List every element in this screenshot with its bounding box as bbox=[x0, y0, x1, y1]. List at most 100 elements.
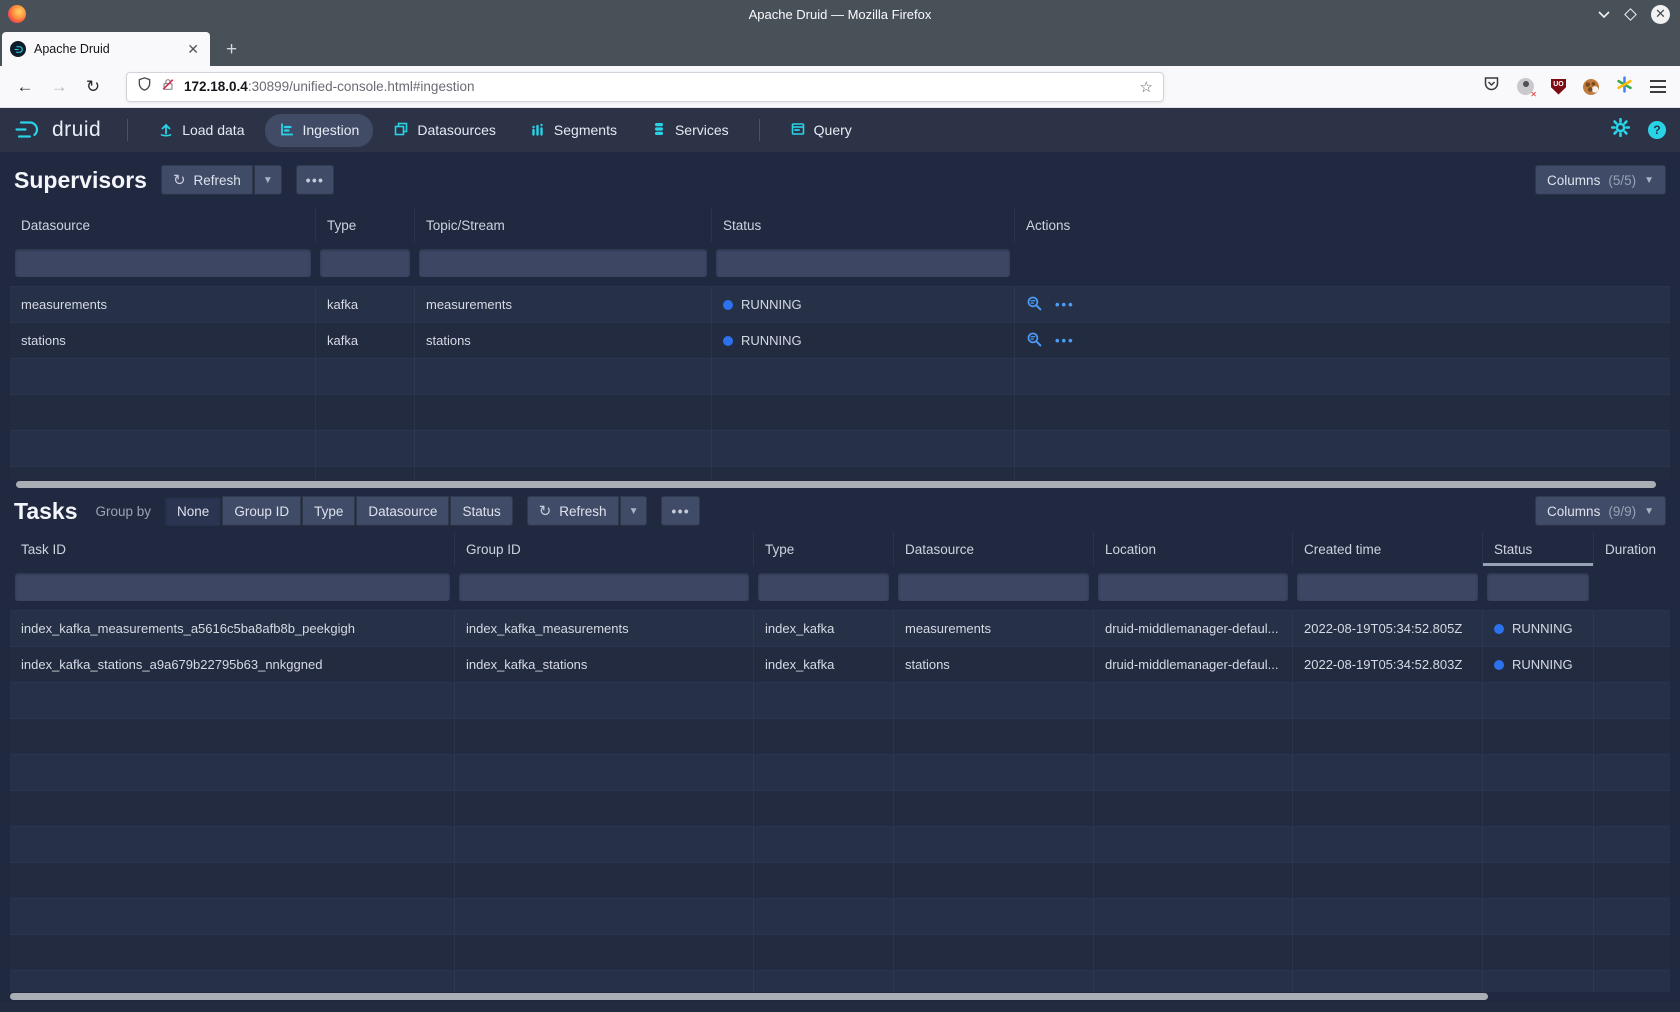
pocket-icon[interactable] bbox=[1483, 76, 1500, 97]
tasks-hscrollbar[interactable] bbox=[10, 992, 1670, 1002]
help-icon[interactable]: ? bbox=[1648, 121, 1666, 139]
col-header-actions[interactable]: Actions bbox=[1014, 208, 1670, 242]
supervisors-column-headers: Datasource Type Topic/Stream Status Acti… bbox=[10, 208, 1670, 242]
cell-type: kafka bbox=[315, 287, 414, 322]
cell-created-time: 2022-08-19T05:34:52.803Z bbox=[1292, 647, 1482, 682]
druid-logo[interactable]: druid bbox=[14, 118, 101, 142]
settings-gear-icon[interactable] bbox=[1611, 118, 1630, 142]
magnifier-icon[interactable] bbox=[1026, 331, 1043, 351]
nav-segments[interactable]: Segments bbox=[516, 114, 631, 147]
col-header-type[interactable]: Type bbox=[753, 532, 893, 566]
col-header-status[interactable]: Status bbox=[1482, 532, 1593, 566]
insecure-lock-icon[interactable] bbox=[161, 77, 175, 97]
brand-name: druid bbox=[52, 118, 101, 142]
browser-tab[interactable]: Apache Druid ✕ bbox=[2, 32, 210, 66]
tasks-more-button[interactable]: ••• bbox=[661, 496, 700, 526]
status-label: RUNNING bbox=[741, 297, 802, 312]
cell-topic: stations bbox=[414, 323, 711, 358]
cell-type: kafka bbox=[315, 323, 414, 358]
col-header-task-id[interactable]: Task ID bbox=[10, 532, 454, 566]
close-icon[interactable]: ✕ bbox=[1651, 5, 1670, 24]
supervisor-row[interactable]: measurements kafka measurements RUNNING … bbox=[10, 286, 1670, 322]
created-time-filter-input[interactable] bbox=[1297, 573, 1478, 601]
back-button[interactable]: ← bbox=[10, 72, 40, 102]
col-header-topic[interactable]: Topic/Stream bbox=[414, 208, 711, 242]
task-row[interactable]: index_kafka_stations_a9a679b22795b63_nnk… bbox=[10, 646, 1670, 682]
tasks-refresh-button[interactable]: ↻Refresh bbox=[527, 496, 619, 526]
row-more-icon[interactable]: ••• bbox=[1055, 333, 1075, 348]
menu-icon[interactable] bbox=[1650, 80, 1666, 93]
services-icon bbox=[651, 121, 667, 140]
chevron-down-icon: ▼ bbox=[1644, 175, 1654, 186]
cell-status: RUNNING bbox=[711, 323, 1014, 358]
row-more-icon[interactable]: ••• bbox=[1055, 297, 1075, 312]
nav-query[interactable]: Query bbox=[776, 114, 866, 147]
url-bar[interactable]: 172.18.0.4:30899/unified-console.html#in… bbox=[126, 72, 1164, 102]
new-tab-button[interactable]: + bbox=[226, 40, 237, 59]
empty-row bbox=[10, 898, 1670, 934]
col-header-datasource[interactable]: Datasource bbox=[893, 532, 1093, 566]
col-header-group-id[interactable]: Group ID bbox=[454, 532, 753, 566]
col-header-type[interactable]: Type bbox=[315, 208, 414, 242]
bookmark-star-icon[interactable]: ☆ bbox=[1140, 78, 1153, 96]
supervisors-columns-button[interactable]: Columns (5/5) ▼ bbox=[1535, 165, 1666, 195]
cell-datasource: measurements bbox=[10, 287, 315, 322]
type-filter-input[interactable] bbox=[320, 249, 410, 277]
forward-button[interactable]: → bbox=[44, 72, 74, 102]
col-header-created-time[interactable]: Created time bbox=[1292, 532, 1482, 566]
nav-load-data[interactable]: Load data bbox=[144, 114, 258, 147]
group-by-datasource-button[interactable]: Datasource bbox=[356, 496, 449, 526]
cell-group-id: index_kafka_measurements bbox=[454, 611, 753, 646]
status-filter-input[interactable] bbox=[716, 249, 1010, 277]
group-by-none-button[interactable]: None bbox=[165, 496, 221, 526]
topic-filter-input[interactable] bbox=[419, 249, 707, 277]
supervisors-refresh-button[interactable]: ↻Refresh bbox=[161, 165, 253, 195]
task-row[interactable]: index_kafka_measurements_a5616c5ba8afb8b… bbox=[10, 610, 1670, 646]
location-filter-input[interactable] bbox=[1098, 573, 1288, 601]
cookie-extension-icon[interactable] bbox=[1583, 79, 1599, 95]
col-header-location[interactable]: Location bbox=[1093, 532, 1292, 566]
nav-services[interactable]: Services bbox=[637, 114, 743, 147]
col-header-duration[interactable]: Duration bbox=[1593, 532, 1670, 566]
supervisors-more-button[interactable]: ••• bbox=[296, 165, 335, 195]
status-dot bbox=[1494, 660, 1504, 670]
magnifier-icon[interactable] bbox=[1026, 295, 1043, 315]
cell-actions: ••• bbox=[1014, 287, 1670, 322]
group-by-status-button[interactable]: Status bbox=[450, 496, 512, 526]
status-filter-input[interactable] bbox=[1487, 573, 1589, 601]
supervisors-hscrollbar[interactable] bbox=[10, 480, 1670, 490]
cell-datasource: stations bbox=[893, 647, 1093, 682]
minimize-icon[interactable] bbox=[1598, 10, 1610, 18]
asterisk-extension-icon[interactable] bbox=[1616, 76, 1633, 98]
datasource-filter-input[interactable] bbox=[898, 573, 1089, 601]
group-by-type-button[interactable]: Type bbox=[302, 496, 355, 526]
maximize-icon[interactable] bbox=[1624, 8, 1637, 21]
tasks-columns-button[interactable]: Columns (9/9) ▼ bbox=[1535, 496, 1666, 526]
group-by-group-id-button[interactable]: Group ID bbox=[222, 496, 301, 526]
cell-status: RUNNING bbox=[1482, 647, 1593, 682]
supervisors-refresh-dropdown[interactable]: ▼ bbox=[254, 165, 282, 195]
nav-ingestion[interactable]: Ingestion bbox=[265, 114, 374, 147]
empty-row bbox=[10, 682, 1670, 718]
tasks-refresh-dropdown[interactable]: ▼ bbox=[620, 496, 648, 526]
status-label: RUNNING bbox=[1512, 657, 1573, 672]
refresh-icon: ↻ bbox=[539, 502, 552, 520]
group-id-filter-input[interactable] bbox=[459, 573, 749, 601]
url-text[interactable]: 172.18.0.4:30899/unified-console.html#in… bbox=[184, 79, 1131, 94]
reload-button[interactable]: ↻ bbox=[78, 72, 108, 102]
refresh-icon: ↻ bbox=[173, 171, 186, 189]
cell-actions: ••• bbox=[1014, 323, 1670, 358]
col-header-datasource[interactable]: Datasource bbox=[10, 208, 315, 242]
type-filter-input[interactable] bbox=[758, 573, 889, 601]
cell-group-id: index_kafka_stations bbox=[454, 647, 753, 682]
task-id-filter-input[interactable] bbox=[15, 573, 450, 601]
ublock-extension-icon[interactable]: UO bbox=[1551, 79, 1566, 95]
tab-title: Apache Druid bbox=[34, 42, 176, 56]
datasource-filter-input[interactable] bbox=[15, 249, 311, 277]
supervisor-row[interactable]: stations kafka stations RUNNING ••• bbox=[10, 322, 1670, 358]
shield-icon[interactable] bbox=[137, 76, 152, 97]
tab-close-icon[interactable]: ✕ bbox=[184, 41, 202, 58]
proxy-extension-icon[interactable] bbox=[1517, 78, 1534, 95]
nav-datasources[interactable]: Datasources bbox=[379, 114, 510, 147]
col-header-status[interactable]: Status bbox=[711, 208, 1014, 242]
